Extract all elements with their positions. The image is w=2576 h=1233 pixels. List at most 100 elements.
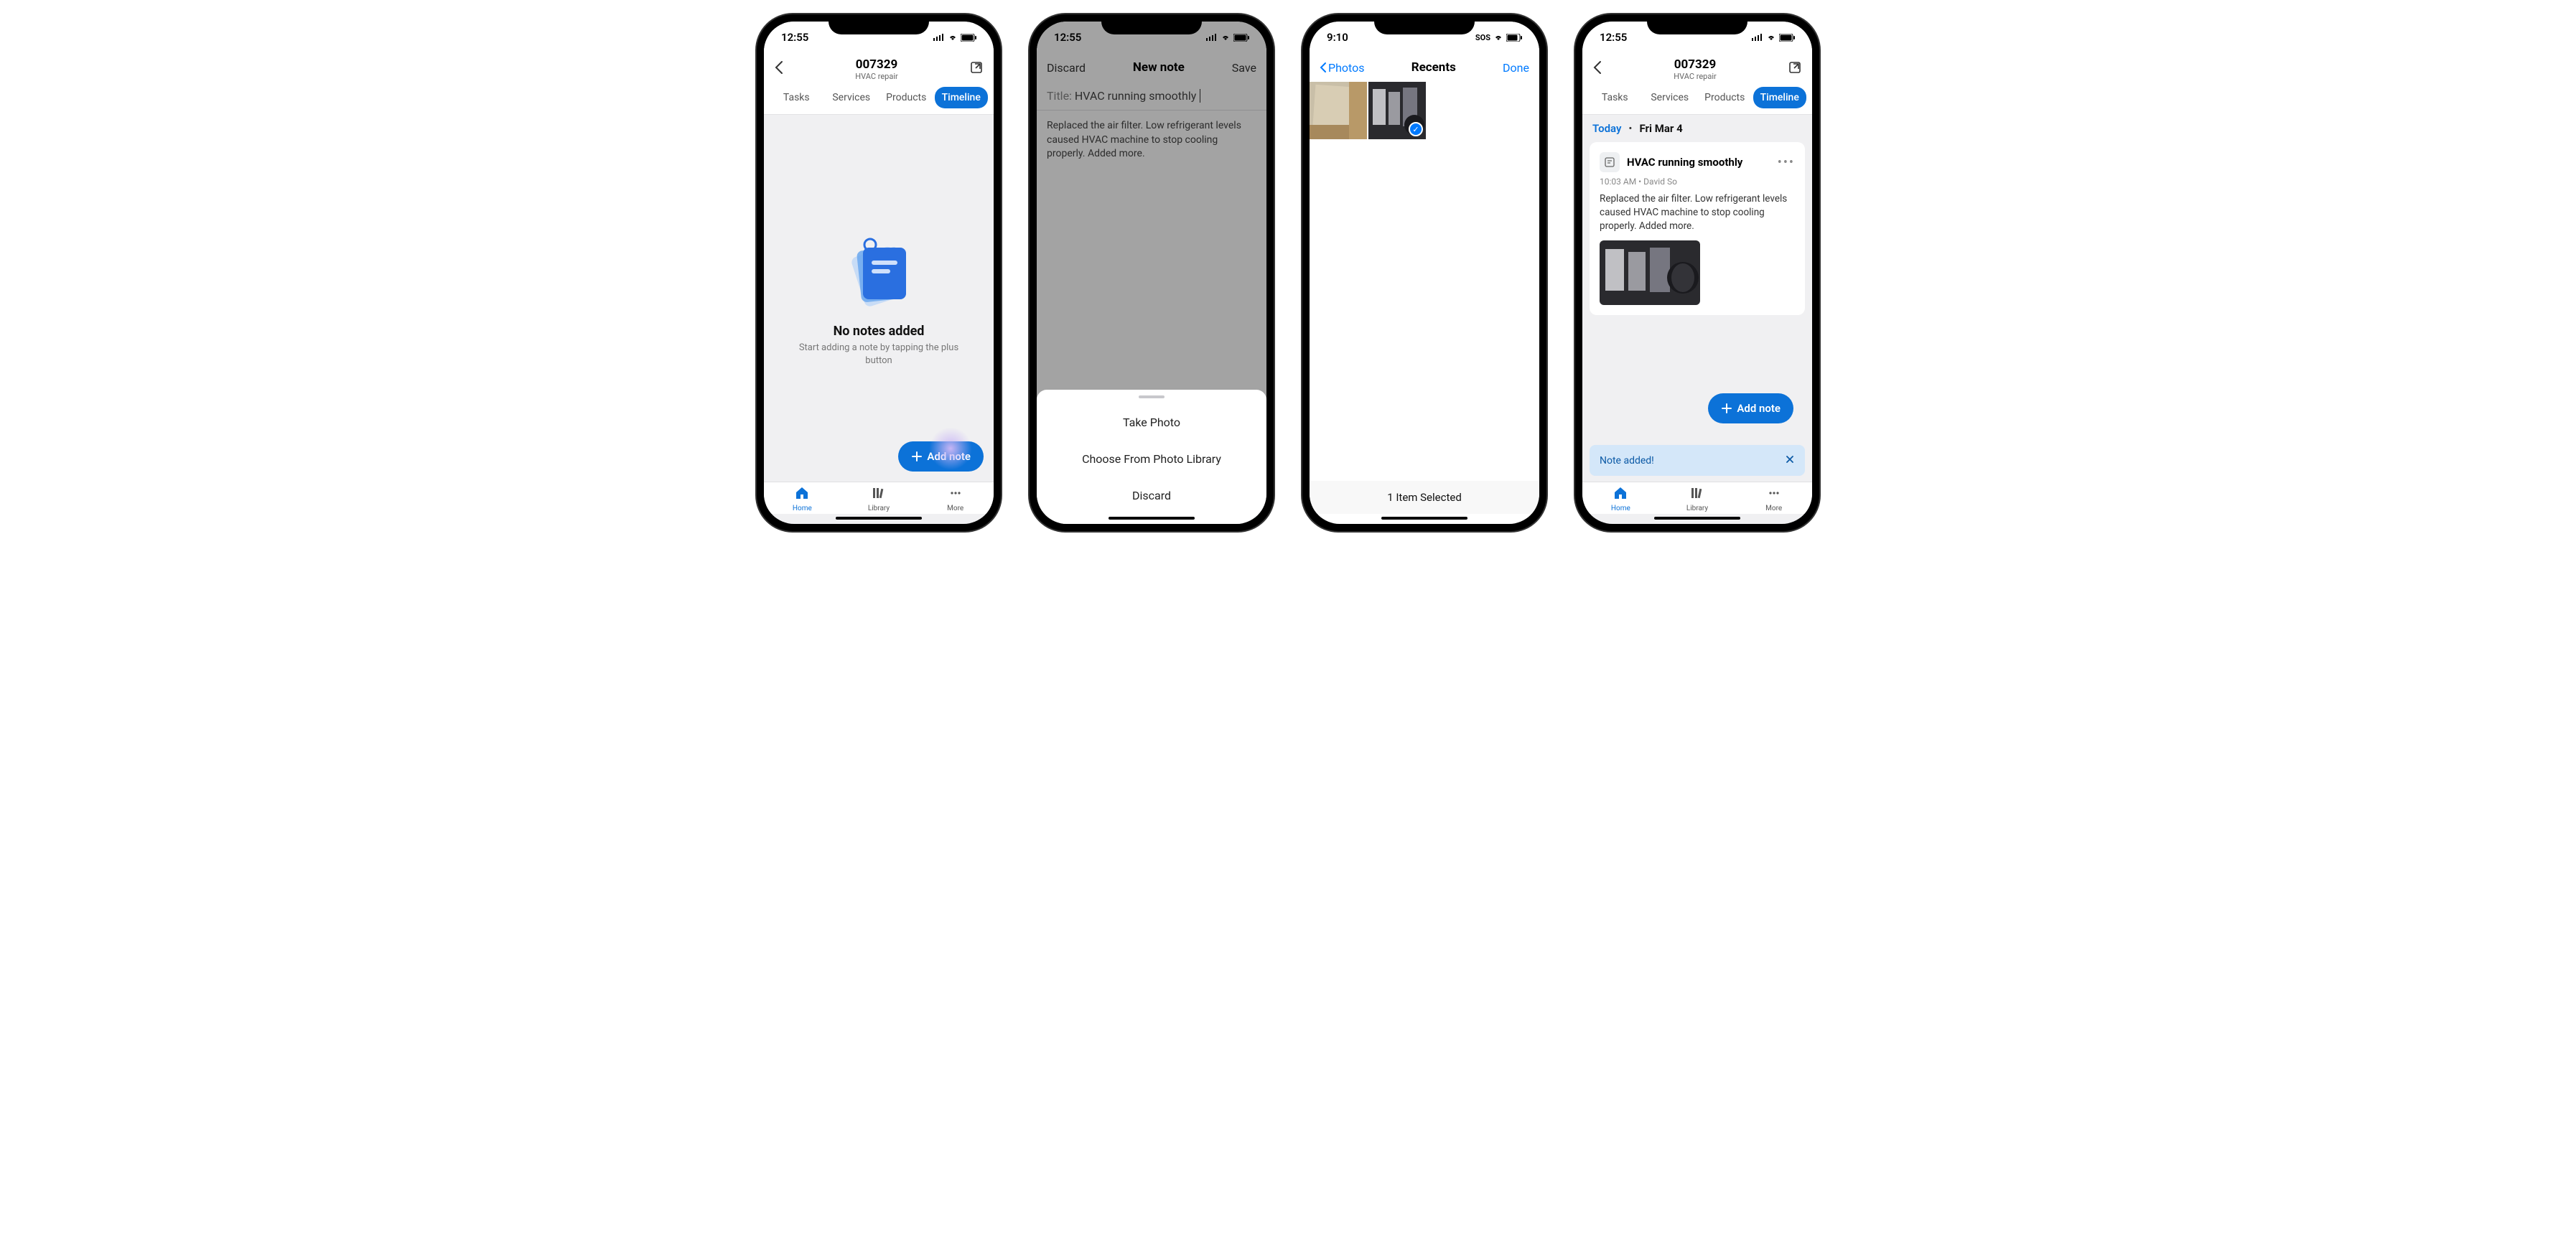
photos-back-label: Photos	[1328, 61, 1365, 75]
tab-services[interactable]: Services	[1643, 87, 1697, 108]
wifi-icon	[1493, 34, 1503, 41]
phone-frame-1: 12:55 007329 HVAC repair Tasks Services …	[757, 14, 1001, 531]
notch	[829, 14, 929, 34]
library-icon	[1690, 487, 1704, 503]
title-prefix: Title:	[1047, 89, 1072, 103]
sheet-grabber[interactable]	[1139, 395, 1165, 398]
add-note-fab[interactable]: Add note	[1708, 393, 1793, 423]
selected-checkmark-icon: ✓	[1409, 122, 1423, 136]
phone-frame-2: 12:55 Discard New note Save Title: HVAC …	[1030, 14, 1274, 531]
tab-tasks[interactable]: Tasks	[1588, 87, 1642, 108]
notes-illustration	[836, 229, 922, 315]
signal-icon	[1752, 34, 1763, 41]
more-icon	[1767, 487, 1781, 503]
nav-more-label: More	[1765, 505, 1782, 512]
photo-grid[interactable]: ✓	[1310, 82, 1539, 481]
tab-services[interactable]: Services	[825, 87, 879, 108]
battery-icon	[1506, 34, 1522, 42]
nav-header: 007329 HVAC repair	[764, 53, 994, 87]
toast-message: Note added!	[1600, 455, 1654, 467]
tab-timeline[interactable]: Timeline	[1753, 87, 1807, 108]
nav-home[interactable]: Home	[1582, 487, 1659, 512]
wifi-icon	[1221, 34, 1231, 41]
sheet-discard[interactable]: Discard	[1037, 477, 1266, 514]
note-title-field[interactable]: Title: HVAC running smoothly	[1037, 82, 1266, 111]
card-header: HVAC running smoothly •••	[1600, 152, 1795, 172]
status-time: 12:55	[781, 31, 808, 44]
content-area: No notes added Start adding a note by ta…	[764, 115, 994, 482]
status-time: 12:55	[1054, 31, 1081, 44]
note-header-title: New note	[1133, 60, 1185, 75]
signal-icon	[1206, 34, 1218, 41]
photo-thumbnail-2[interactable]: ✓	[1368, 82, 1426, 139]
done-button[interactable]: Done	[1503, 61, 1529, 75]
nav-more[interactable]: More	[1735, 487, 1812, 512]
card-body: Replaced the air filter. Low refrigerant…	[1600, 192, 1795, 233]
photo-thumbnail-1[interactable]	[1310, 82, 1367, 139]
toast-note-added: Note added!	[1590, 445, 1805, 476]
card-more-button[interactable]: •••	[1778, 155, 1795, 170]
tab-products[interactable]: Products	[879, 87, 933, 108]
nav-library[interactable]: Library	[1659, 487, 1736, 512]
save-button[interactable]: Save	[1232, 61, 1256, 75]
notch	[1374, 14, 1475, 34]
title-value: HVAC running smoothly	[1075, 89, 1196, 103]
photos-back-button[interactable]: Photos	[1320, 61, 1365, 75]
screen-4: 12:55 007329 HVAC repair Tasks Services …	[1582, 22, 1812, 524]
plus-icon	[1721, 403, 1732, 414]
tab-tasks[interactable]: Tasks	[770, 87, 823, 108]
home-indicator[interactable]	[1654, 517, 1740, 520]
plus-icon	[911, 451, 923, 462]
toast-close-button[interactable]	[1785, 454, 1795, 467]
bottom-nav: Home Library More	[1582, 482, 1812, 514]
phone-frame-4: 12:55 007329 HVAC repair Tasks Services …	[1575, 14, 1819, 531]
header-title: 007329	[784, 57, 969, 72]
tab-bar: Tasks Services Products Timeline	[764, 87, 994, 115]
wifi-icon	[948, 34, 958, 41]
status-icons	[1752, 34, 1795, 42]
fab-label: Add note	[927, 450, 971, 463]
discard-button[interactable]: Discard	[1047, 61, 1086, 75]
card-meta: 10:03 AM • David So	[1600, 177, 1795, 187]
status-sos: SOS	[1475, 33, 1490, 42]
home-indicator[interactable]	[836, 517, 922, 520]
screen-3: 9:10 SOS Photos Recents Done ✓ 1 I	[1310, 22, 1539, 524]
battery-icon	[961, 34, 976, 42]
external-link-icon[interactable]	[969, 60, 984, 78]
picker-title: Recents	[1411, 60, 1456, 75]
header-subtitle: HVAC repair	[784, 72, 969, 81]
header-subtitle: HVAC repair	[1602, 72, 1788, 81]
card-image[interactable]	[1600, 240, 1700, 305]
back-button[interactable]	[1592, 60, 1602, 79]
nav-more[interactable]: More	[917, 487, 994, 512]
back-button[interactable]	[774, 60, 784, 79]
chevron-left-icon	[1320, 62, 1327, 73]
tab-timeline[interactable]: Timeline	[935, 87, 989, 108]
card-title: HVAC running smoothly	[1627, 156, 1770, 169]
nav-more-label: More	[947, 505, 963, 512]
library-icon	[872, 487, 886, 503]
sheet-choose-library[interactable]: Choose From Photo Library	[1037, 441, 1266, 477]
battery-icon	[1233, 34, 1249, 42]
nav-library[interactable]: Library	[841, 487, 918, 512]
note-icon	[1600, 152, 1620, 172]
content-area: Today • Fri Mar 4 HVAC running smoothly …	[1582, 115, 1812, 482]
nav-home[interactable]: Home	[764, 487, 841, 512]
screen-2: 12:55 Discard New note Save Title: HVAC …	[1037, 22, 1266, 524]
home-indicator[interactable]	[1109, 517, 1195, 520]
photo-picker-header: Photos Recents Done	[1310, 53, 1539, 82]
today-button[interactable]: Today	[1592, 122, 1621, 135]
home-indicator[interactable]	[1381, 517, 1467, 520]
status-icons: SOS	[1475, 33, 1522, 42]
header-title: 007329	[1602, 57, 1788, 72]
note-card[interactable]: HVAC running smoothly ••• 10:03 AM • Dav…	[1590, 142, 1805, 315]
nav-home-label: Home	[1611, 505, 1630, 512]
external-link-icon[interactable]	[1788, 60, 1802, 78]
status-time: 12:55	[1600, 31, 1627, 44]
action-sheet: Take Photo Choose From Photo Library Dis…	[1037, 390, 1266, 524]
tab-products[interactable]: Products	[1698, 87, 1752, 108]
status-time: 9:10	[1327, 31, 1348, 44]
add-note-fab[interactable]: Add note	[898, 441, 984, 472]
sheet-take-photo[interactable]: Take Photo	[1037, 404, 1266, 441]
nav-library-label: Library	[1686, 505, 1708, 512]
